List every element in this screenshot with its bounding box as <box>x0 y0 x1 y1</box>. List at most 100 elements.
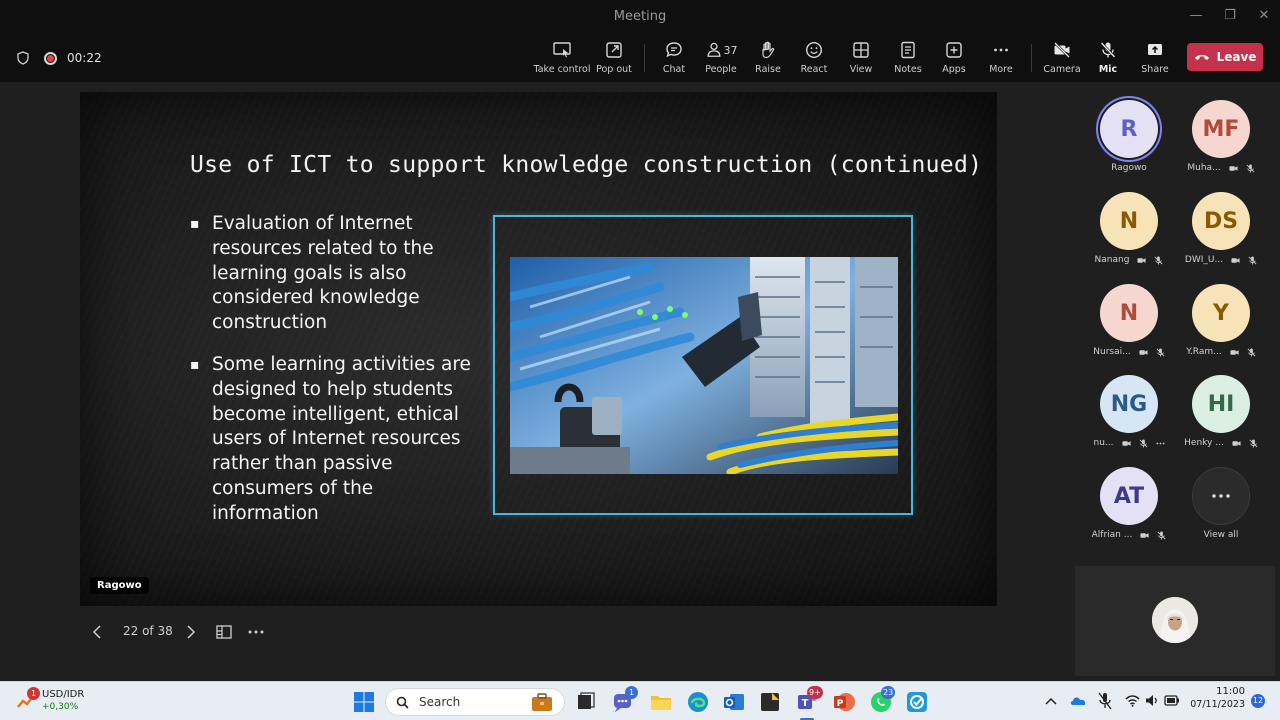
people-count: 37 <box>723 43 738 57</box>
mic-off-icon <box>1246 163 1255 173</box>
windows-taskbar: 1 USD/IDR +0,30% Search 1 T 9+ P 23 11:0… <box>0 681 1280 720</box>
avatar: NG <box>1100 375 1158 433</box>
notification-count-badge[interactable]: 12 <box>1251 694 1265 708</box>
mic-button[interactable]: Mic <box>1096 40 1120 80</box>
stock-widget[interactable]: 1 USD/IDR +0,30% <box>14 687 94 716</box>
chevron-up-icon[interactable] <box>1045 696 1057 706</box>
camera-off-icon <box>1230 349 1239 355</box>
chat-button[interactable]: Chat <box>659 40 689 80</box>
leave-button[interactable]: Leave <box>1187 43 1263 71</box>
raise-hand-button[interactable]: Raise <box>754 40 782 80</box>
notes-button[interactable]: Notes <box>893 40 923 80</box>
people-label: People <box>705 64 737 75</box>
slide-bullet-list: Evaluation of Internet resources related… <box>190 212 480 544</box>
participant-tile[interactable]: N Nanang <box>1089 192 1169 265</box>
whatsapp-badge: 23 <box>881 686 896 699</box>
ticker-change: +0,30% <box>42 702 79 712</box>
apps-button[interactable]: Apps <box>941 40 967 80</box>
ticker-name: USD/IDR <box>42 689 85 700</box>
view-all-participants-button[interactable]: View all <box>1181 467 1261 540</box>
camera-off-icon <box>1137 257 1146 263</box>
more-label: More <box>989 64 1013 75</box>
mic-label: Mic <box>1098 64 1118 75</box>
slide-position: 22 of 38 <box>123 624 173 638</box>
slide-grid-icon[interactable] <box>216 625 232 639</box>
meeting-toolbar: 00:22 Take control Pop out Chat 37 Peopl… <box>0 32 1280 82</box>
windows-start-icon[interactable] <box>352 690 376 714</box>
avatar: N <box>1100 192 1158 250</box>
server-room-image <box>510 257 898 474</box>
pop-out-button[interactable]: Pop out <box>596 40 632 80</box>
camera-label: Camera <box>1043 64 1081 75</box>
slide-title: Use of ICT to support knowledge construc… <box>190 152 983 178</box>
pop-out-label: Pop out <box>596 64 632 75</box>
participant-tile[interactable]: Y Y.Ram... <box>1181 284 1261 357</box>
view-label: View <box>849 64 873 75</box>
avatar: Y <box>1192 284 1250 342</box>
camera-off-icon <box>1232 440 1241 446</box>
participant-name: Nanang <box>1094 255 1130 265</box>
mic-off-icon <box>1249 438 1258 448</box>
participant-name: nu... <box>1093 438 1114 448</box>
shield-icon[interactable] <box>16 51 30 65</box>
add-apps-icon <box>946 42 962 58</box>
more-options-icon[interactable] <box>248 630 264 634</box>
microphone-muted-icon[interactable] <box>1098 692 1112 710</box>
slide-bullet: Some learning activities are designed to… <box>190 353 480 527</box>
file-explorer-icon[interactable] <box>649 690 673 714</box>
avatar: MF <box>1192 100 1250 158</box>
more-icon <box>994 48 1008 52</box>
participant-tile[interactable]: MF Muha... <box>1181 100 1261 173</box>
volume-icon[interactable] <box>1145 694 1159 707</box>
view-button[interactable]: View <box>847 40 875 80</box>
minimize-icon[interactable]: — <box>1186 6 1206 26</box>
more-icon[interactable] <box>1155 439 1165 448</box>
wifi-icon[interactable] <box>1125 694 1140 707</box>
participant-name: Ragowo <box>1111 163 1147 173</box>
participant-tile[interactable]: AT Alfrian ... <box>1089 467 1169 540</box>
svg-text:P: P <box>837 699 844 709</box>
camera-off-icon <box>1054 42 1070 58</box>
participant-name: Alfrian ... <box>1091 530 1133 540</box>
participant-tile[interactable]: DS DWI_U... <box>1181 192 1261 265</box>
self-video-feed <box>1152 597 1198 643</box>
react-label: React <box>800 64 828 75</box>
camera-button[interactable]: Camera <box>1043 40 1081 80</box>
self-view[interactable] <box>1075 566 1275 676</box>
onedrive-icon[interactable] <box>1069 693 1087 707</box>
mic-off-icon <box>1155 255 1163 265</box>
participant-tile[interactable]: HI Henky ... <box>1181 375 1261 448</box>
mic-off-icon <box>1100 42 1116 58</box>
close-icon[interactable]: ✕ <box>1254 6 1274 26</box>
widget-badge: 1 <box>27 687 40 700</box>
view-all-label: View all <box>1203 530 1239 540</box>
share-label: Share <box>1141 64 1169 75</box>
task-view-icon[interactable] <box>574 690 598 714</box>
participant-tile[interactable]: NG nu... <box>1089 375 1169 448</box>
title-bar: Meeting — ❐ ✕ <box>0 0 1280 32</box>
avatar: DS <box>1192 192 1250 250</box>
clock[interactable]: 11:00 07/11/2023 <box>1188 686 1245 710</box>
security-app-icon[interactable] <box>905 690 929 714</box>
presenter-name-tag: Ragowo <box>90 577 149 594</box>
more-button[interactable]: More <box>987 40 1015 80</box>
react-button[interactable]: React <box>800 40 828 80</box>
edge-browser-icon[interactable] <box>686 690 710 714</box>
svg-text:T: T <box>802 698 809 709</box>
powerpoint-icon[interactable]: P <box>832 690 856 714</box>
teams-badge: 9+ <box>807 686 823 699</box>
restore-icon[interactable]: ❐ <box>1220 6 1240 26</box>
briefcase-icon[interactable] <box>530 690 554 714</box>
take-control-button[interactable]: Take control <box>534 40 591 80</box>
sticky-notes-icon[interactable] <box>758 690 782 714</box>
participant-tile[interactable]: R Ragowo <box>1089 100 1169 173</box>
battery-icon[interactable] <box>1164 695 1180 706</box>
share-button[interactable]: Share <box>1140 40 1170 80</box>
participant-tile[interactable]: N Nursai... <box>1089 284 1169 357</box>
pop-out-icon <box>606 42 622 58</box>
search-placeholder: Search <box>419 695 461 709</box>
previous-slide-icon[interactable] <box>92 625 102 639</box>
people-button[interactable]: 37 People <box>704 40 738 80</box>
next-slide-icon[interactable] <box>186 625 196 639</box>
outlook-icon[interactable] <box>722 690 746 714</box>
